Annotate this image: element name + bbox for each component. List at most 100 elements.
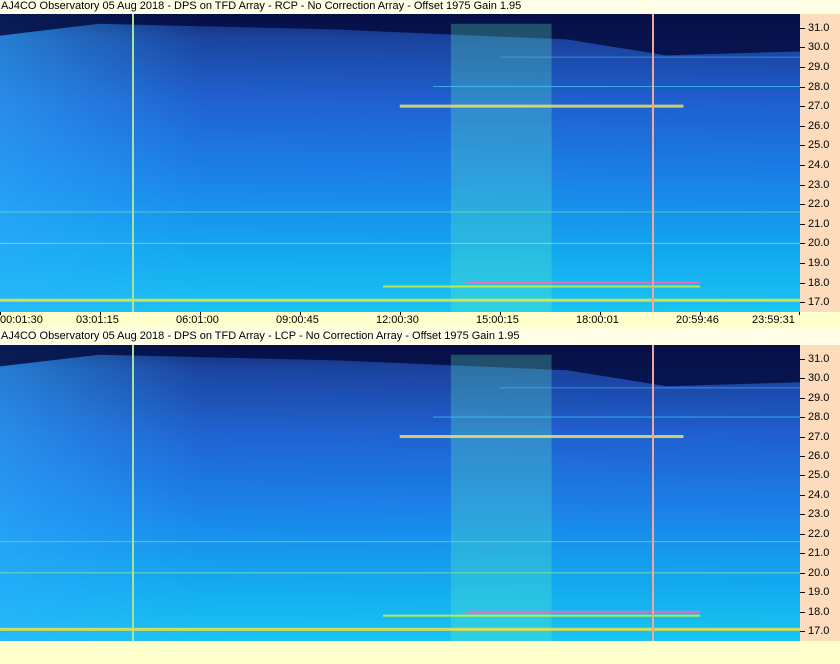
time-marker-right[interactable] <box>651 14 654 312</box>
freq-tick-label: 24.0 <box>808 158 830 171</box>
emission-band <box>0 211 800 213</box>
burst-block <box>450 23 552 312</box>
freq-tick <box>800 494 805 496</box>
freq-tick-label: 18.0 <box>808 605 830 618</box>
freq-tick <box>800 204 805 206</box>
freq-tick <box>800 164 805 166</box>
spectrogram-lcp <box>0 345 800 641</box>
emission-band <box>0 572 800 574</box>
emission-band <box>0 298 800 302</box>
left-glow <box>0 345 800 641</box>
time-tick-label: 06:01:00 <box>176 314 219 326</box>
freq-tick-label: 20.0 <box>808 237 830 250</box>
freq-tick <box>800 572 805 574</box>
freq-tick <box>800 145 805 147</box>
freq-tick <box>800 553 805 555</box>
time-tick-label: 09:00:45 <box>276 314 319 326</box>
freq-tick-label: 31.0 <box>808 352 830 365</box>
freq-tick <box>800 514 805 516</box>
freq-tick-label: 27.0 <box>808 430 830 443</box>
freq-tick-label: 22.0 <box>808 198 830 211</box>
freq-tick <box>800 223 805 225</box>
freq-tick-label: 20.0 <box>808 566 830 579</box>
freq-tick <box>800 611 805 613</box>
freq-tick-label: 19.0 <box>808 586 830 599</box>
emission-band <box>466 610 701 613</box>
time-marker-right[interactable] <box>651 345 654 641</box>
emission-band <box>433 416 800 418</box>
freq-tick-label: 22.0 <box>808 527 830 540</box>
freq-tick-label: 26.0 <box>808 119 830 132</box>
emission-band <box>0 242 800 244</box>
freq-tick-label: 24.0 <box>808 488 830 501</box>
time-axis: 00:01:30 03:01:15 06:01:00 09:00:45 12:00:30… <box>0 312 840 328</box>
freq-tick-label: 28.0 <box>808 80 830 93</box>
freq-tick <box>800 436 805 438</box>
spectrogram-rcp <box>0 14 800 312</box>
freq-tick <box>800 86 805 88</box>
freq-tick <box>800 592 805 594</box>
freq-tick-label: 21.0 <box>808 547 830 560</box>
freq-tick-label: 17.0 <box>808 625 830 638</box>
time-tick-label: 15:00:15 <box>476 314 519 326</box>
freq-tick-label: 29.0 <box>808 391 830 404</box>
freq-tick <box>800 184 805 186</box>
freq-tick <box>800 282 805 284</box>
freq-tick <box>800 262 805 264</box>
bottom-strip <box>0 641 840 664</box>
freq-tick <box>800 106 805 108</box>
freq-tick <box>800 243 805 245</box>
emission-band <box>466 281 701 284</box>
freq-tick-label: 18.0 <box>808 276 830 289</box>
freq-tick-label: 31.0 <box>808 21 830 34</box>
time-tick-label: 12:00:30 <box>376 314 419 326</box>
freq-tick <box>800 125 805 127</box>
freq-tick <box>800 631 805 633</box>
left-glow <box>0 14 800 312</box>
time-marker-left[interactable] <box>132 14 135 312</box>
time-marker-left[interactable] <box>132 345 135 641</box>
frequency-axis-lcp: 17.0 18.0 19.0 20.0 21.0 22.0 23.0 24.0 25.0 26.0… <box>800 345 840 641</box>
burst-block <box>450 354 552 641</box>
time-tick <box>799 312 800 315</box>
freq-tick <box>800 397 805 399</box>
freq-tick <box>800 27 805 29</box>
time-tick-label: 00:01:30 <box>0 314 43 326</box>
time-tick-label: 23:59:31 <box>752 314 795 326</box>
emission-band <box>399 104 684 108</box>
freq-tick-label: 25.0 <box>808 469 830 482</box>
time-tick-label: 20:59:46 <box>676 314 719 326</box>
freq-tick-label: 25.0 <box>808 139 830 152</box>
freq-tick-label: 26.0 <box>808 450 830 462</box>
freq-tick <box>800 302 805 304</box>
freq-tick-label: 30.0 <box>808 372 830 385</box>
frequency-axis-rcp: 17.0 18.0 19.0 20.0 21.0 22.0 23.0 24.0 25.0 26.0… <box>800 14 840 312</box>
freq-tick-label: 17.0 <box>808 296 830 309</box>
freq-tick-label: 19.0 <box>808 256 830 269</box>
freq-tick <box>800 378 805 380</box>
freq-tick <box>800 358 805 360</box>
time-tick-label: 18:00:01 <box>576 314 619 326</box>
emission-band <box>0 541 800 543</box>
time-tick-label: 03:01:15 <box>76 314 119 326</box>
freq-tick <box>800 456 805 457</box>
emission-band <box>433 86 800 88</box>
spectrogram-title-rcp: AJ4CO Observatory 05 Aug 2018 - DPS on T… <box>1 0 522 12</box>
freq-tick-label: 21.0 <box>808 217 830 230</box>
freq-tick-label: 29.0 <box>808 60 830 73</box>
freq-tick <box>800 47 805 49</box>
freq-tick <box>800 417 805 419</box>
freq-tick-label: 23.0 <box>808 508 830 521</box>
freq-tick-label: 28.0 <box>808 411 830 424</box>
emission-band <box>0 627 800 631</box>
emission-band <box>399 435 684 439</box>
freq-tick <box>800 475 805 477</box>
freq-tick <box>800 533 805 535</box>
emission-band <box>499 56 800 58</box>
freq-tick-label: 27.0 <box>808 100 830 113</box>
freq-tick-label: 30.0 <box>808 41 830 54</box>
spectrogram-title-lcp: AJ4CO Observatory 05 Aug 2018 - DPS on T… <box>1 330 520 342</box>
freq-tick <box>800 66 805 68</box>
freq-tick-label: 23.0 <box>808 178 830 191</box>
emission-band <box>499 387 800 389</box>
